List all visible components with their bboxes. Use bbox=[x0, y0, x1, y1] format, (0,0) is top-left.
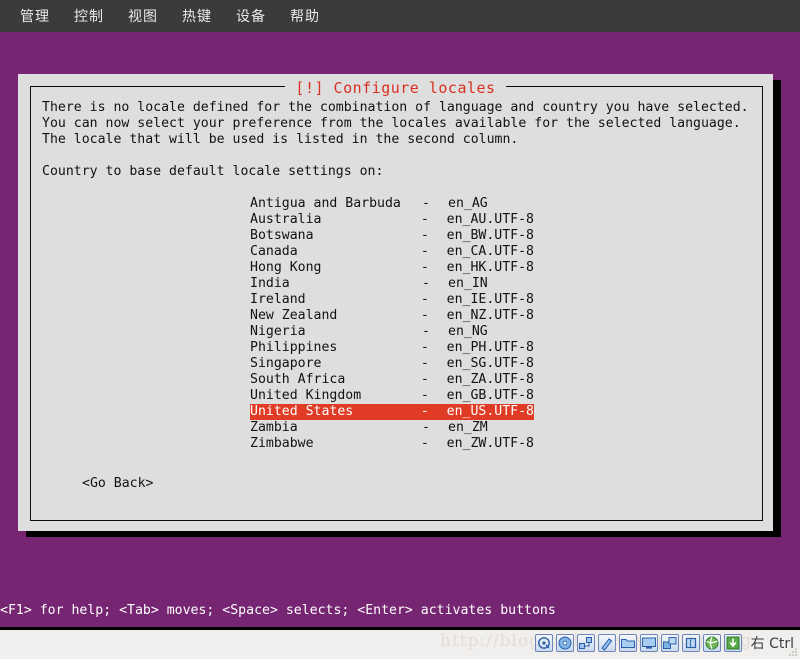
key-help-line: <F1> for help; <Tab> moves; <Space> sele… bbox=[0, 603, 556, 618]
list-item-country: Australia bbox=[250, 212, 322, 227]
list-item[interactable]: Australia - en_AU.UTF-8 bbox=[250, 212, 534, 228]
list-item-country: Nigeria bbox=[250, 324, 306, 339]
list-item-locale: en_GB.UTF-8 bbox=[446, 388, 534, 403]
dialog-content: There is no locale defined for the combi… bbox=[42, 100, 755, 517]
list-item-country: United States bbox=[250, 404, 354, 419]
list-item-locale: en_BW.UTF-8 bbox=[446, 228, 534, 243]
list-item-locale: en_SG.UTF-8 bbox=[446, 356, 534, 371]
list-item-separator: - bbox=[422, 276, 430, 291]
list-item[interactable]: Zambia - en_ZM bbox=[250, 420, 534, 436]
status-tray: 右 Ctrl bbox=[534, 633, 794, 653]
guest-screen: [!] Configure locales There is no locale… bbox=[0, 32, 800, 627]
country-locale-list[interactable]: Antigua and Barbuda - en_AG Australia - en_AU… bbox=[250, 196, 755, 452]
list-item-separator: - bbox=[422, 324, 430, 339]
network-adapter-icon[interactable] bbox=[576, 634, 595, 652]
list-item-country: Zimbabwe bbox=[250, 436, 314, 451]
list-item-locale: en_IE.UTF-8 bbox=[446, 292, 534, 307]
list-item-country: Antigua and Barbuda bbox=[250, 196, 401, 211]
list-item-locale: en_CA.UTF-8 bbox=[446, 244, 534, 259]
menu-control[interactable]: 控制 bbox=[62, 4, 116, 28]
list-item-separator: - bbox=[422, 196, 430, 211]
list-item[interactable]: Antigua and Barbuda - en_AG bbox=[250, 196, 534, 212]
status-bar: http://blog.csdn.net/sujiangming 右 Ctrl bbox=[0, 627, 800, 659]
list-item-separator: - bbox=[420, 260, 429, 275]
list-item[interactable]: Zimbabwe - en_ZW.UTF-8 bbox=[250, 436, 534, 452]
description-line-2: You can now select your preference from … bbox=[42, 116, 741, 131]
list-item-country: Botswana bbox=[250, 228, 314, 243]
processor-icon[interactable] bbox=[681, 634, 700, 652]
list-item-locale: en_HK.UTF-8 bbox=[446, 260, 534, 275]
display-icon[interactable] bbox=[639, 634, 658, 652]
menu-manage[interactable]: 管理 bbox=[8, 4, 62, 28]
configure-locales-dialog: [!] Configure locales There is no locale… bbox=[18, 74, 773, 531]
list-item[interactable]: Nigeria - en_NG bbox=[250, 324, 534, 340]
list-item-separator: - bbox=[420, 388, 429, 403]
list-item-country: Hong Kong bbox=[250, 260, 322, 275]
network-globe-icon[interactable] bbox=[702, 634, 721, 652]
list-item[interactable]: United States - en_US.UTF-8 bbox=[250, 404, 534, 420]
list-item-separator: - bbox=[420, 308, 429, 323]
go-back-button[interactable]: <Go Back> bbox=[82, 476, 153, 492]
optical-disk-icon[interactable] bbox=[555, 634, 574, 652]
list-item-country: Canada bbox=[250, 244, 298, 259]
guest-additions-icon[interactable] bbox=[723, 634, 742, 652]
menu-help[interactable]: 帮助 bbox=[278, 4, 332, 28]
list-item-country: India bbox=[250, 276, 290, 291]
list-item-separator: - bbox=[420, 404, 429, 419]
list-item-locale: en_ZA.UTF-8 bbox=[446, 372, 534, 387]
list-item-separator: - bbox=[420, 436, 429, 451]
list-item-locale: en_AU.UTF-8 bbox=[446, 212, 534, 227]
menu-hotkey[interactable]: 热键 bbox=[170, 4, 224, 28]
usb-icon[interactable] bbox=[597, 634, 616, 652]
list-item-locale: en_US.UTF-8 bbox=[446, 404, 534, 419]
list-item-country: New Zealand bbox=[250, 308, 338, 323]
list-item-separator: - bbox=[420, 228, 429, 243]
list-item[interactable]: New Zealand - en_NZ.UTF-8 bbox=[250, 308, 534, 324]
list-item-country: United Kingdom bbox=[250, 388, 362, 403]
list-item[interactable]: South Africa - en_ZA.UTF-8 bbox=[250, 372, 534, 388]
hard-disk-icon[interactable] bbox=[534, 634, 553, 652]
list-item[interactable]: Hong Kong - en_HK.UTF-8 bbox=[250, 260, 534, 276]
list-item-separator: - bbox=[420, 372, 429, 387]
list-item-country: Zambia bbox=[250, 420, 298, 435]
list-item-locale: en_NG bbox=[448, 324, 488, 339]
menu-devices[interactable]: 设备 bbox=[224, 4, 278, 28]
list-item-locale: en_ZW.UTF-8 bbox=[446, 436, 534, 451]
list-item-locale: en_NZ.UTF-8 bbox=[446, 308, 534, 323]
list-item-locale: en_AG bbox=[448, 196, 488, 211]
list-item[interactable]: Canada - en_CA.UTF-8 bbox=[250, 244, 534, 260]
list-item-country: Ireland bbox=[250, 292, 306, 307]
list-item-country: South Africa bbox=[250, 372, 346, 387]
list-item-separator: - bbox=[420, 356, 429, 371]
virtualbox-window: 管理 控制 视图 热键 设备 帮助 [!] Configure locales … bbox=[0, 0, 800, 659]
list-item-locale: en_PH.UTF-8 bbox=[446, 340, 534, 355]
list-item-country: Philippines bbox=[250, 340, 338, 355]
list-item[interactable]: Singapore - en_SG.UTF-8 bbox=[250, 356, 534, 372]
menu-view[interactable]: 视图 bbox=[116, 4, 170, 28]
resize-grip-icon[interactable] bbox=[788, 647, 798, 657]
list-item-locale: en_IN bbox=[448, 276, 488, 291]
menu-bar: 管理 控制 视图 热键 设备 帮助 bbox=[0, 0, 800, 32]
list-item-locale: en_ZM bbox=[448, 420, 488, 435]
list-item-separator: - bbox=[420, 212, 429, 227]
description-line-3: The locale that will be used is listed i… bbox=[42, 132, 519, 147]
list-item[interactable]: Philippines - en_PH.UTF-8 bbox=[250, 340, 534, 356]
list-item-separator: - bbox=[420, 292, 429, 307]
list-item-country: Singapore bbox=[250, 356, 322, 371]
list-item[interactable]: Botswana - en_BW.UTF-8 bbox=[250, 228, 534, 244]
prompt-label: Country to base default locale settings … bbox=[42, 164, 384, 179]
list-item[interactable]: India - en_IN bbox=[250, 276, 534, 292]
list-item-separator: - bbox=[422, 420, 430, 435]
description-line-1: There is no locale defined for the combi… bbox=[42, 100, 749, 115]
shared-clipboard-icon[interactable] bbox=[660, 634, 679, 652]
go-back-row: <Go Back> bbox=[82, 476, 755, 492]
list-item-separator: - bbox=[420, 340, 429, 355]
list-item[interactable]: Ireland - en_IE.UTF-8 bbox=[250, 292, 534, 308]
shared-folder-icon[interactable] bbox=[618, 634, 637, 652]
list-item[interactable]: United Kingdom - en_GB.UTF-8 bbox=[250, 388, 534, 404]
list-item-separator: - bbox=[420, 244, 429, 259]
